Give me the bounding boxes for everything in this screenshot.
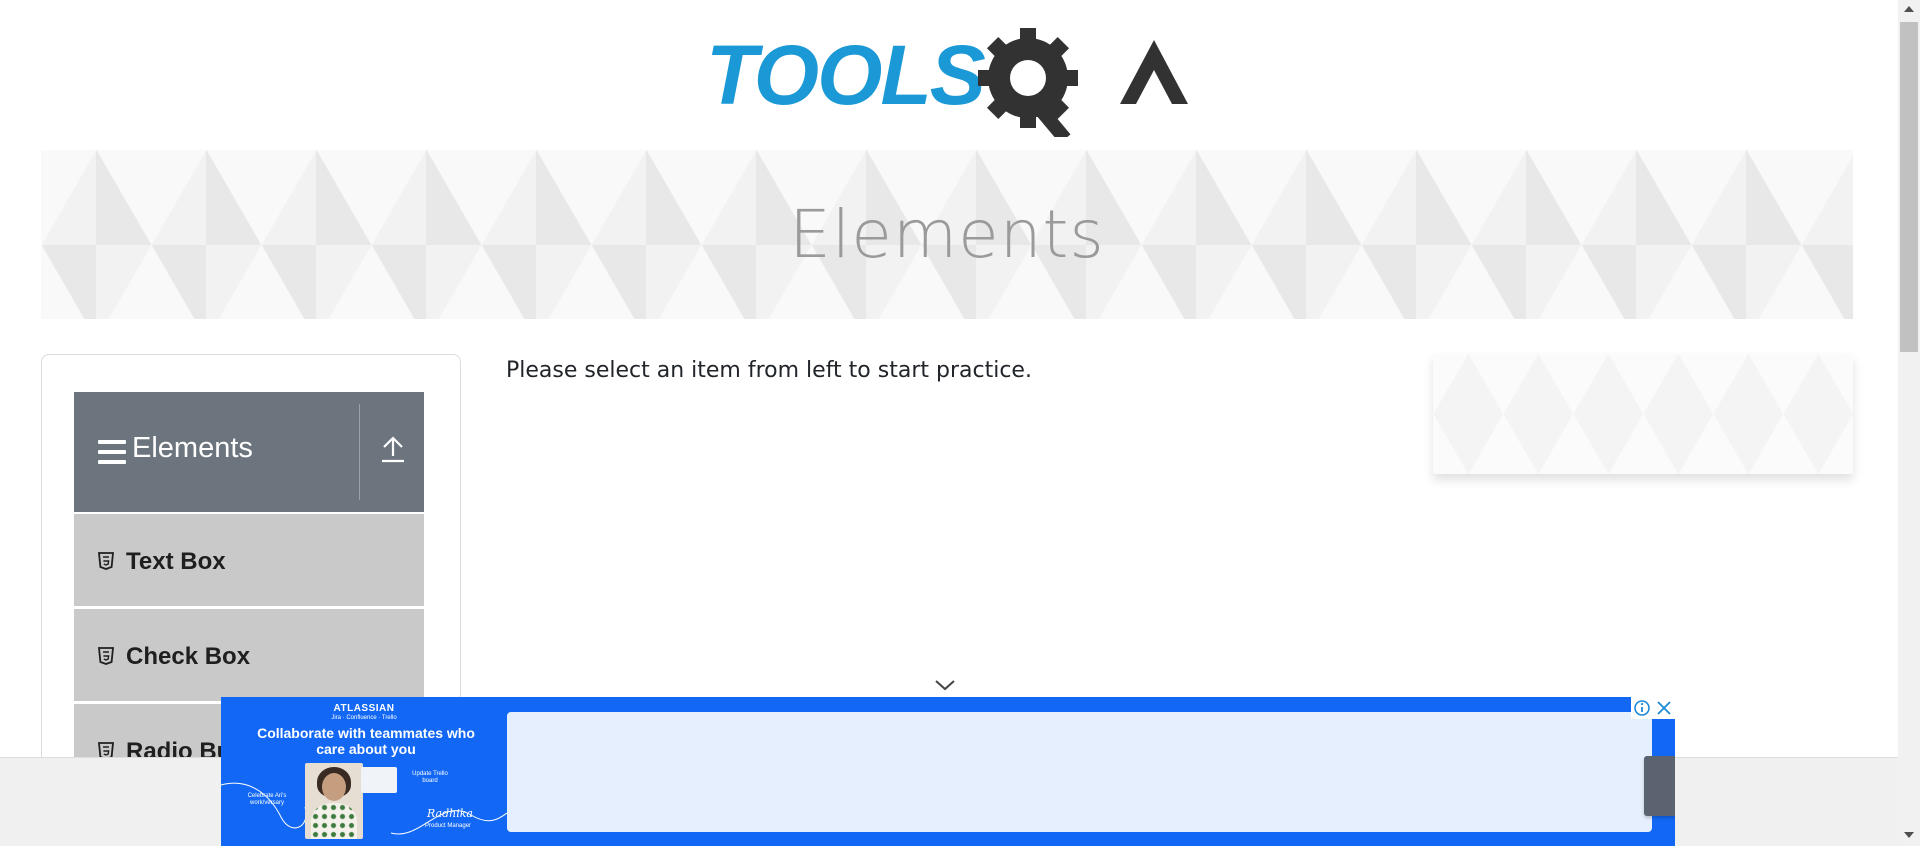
practice-instruction: Please select an item from left to start… [506,358,1032,383]
ad-info-icon[interactable] [1631,697,1653,719]
ad-creative[interactable]: ATLASSIAN Jira · Confluence · Trello Col… [221,697,507,846]
scrollbar-thumb[interactable] [1900,22,1918,352]
sidebar-item-text-box[interactable]: Text Box [74,512,424,606]
ad-tag-left: Celebrate Ari's work/versary [247,793,287,806]
side-ad-placeholder[interactable] [1433,354,1853,474]
svg-text:TOOLS: TOOLS [706,28,986,122]
scroll-down-arrow-icon[interactable] [1903,830,1915,840]
ad-close-icon[interactable] [1653,697,1675,719]
ad-cta-button[interactable] [1644,756,1675,816]
toolsqa-logo[interactable]: TOOLS [706,22,1192,137]
ad-content-area[interactable] [507,712,1675,832]
ad-thumbnail [361,767,397,793]
sidebar-group-title: Elements [132,432,253,464]
ad-person-photo [305,763,363,839]
bottom-ad-banner[interactable]: ATLASSIAN Jira · Confluence · Trello Col… [221,697,1675,846]
header-divider [359,404,360,500]
html5-icon [98,647,114,665]
sidebar-item-label: Text Box [126,548,226,575]
chevron-down-icon[interactable] [934,678,956,692]
ad-role: Product Manager [425,823,472,829]
scroll-up-arrow-icon[interactable] [1903,4,1915,14]
sidebar-group-elements[interactable]: Elements [74,392,424,512]
ad-signature: Radhika [427,807,473,820]
page-title: Elements [789,196,1105,273]
site-header: TOOLS [0,0,1898,150]
ad-brand: ATLASSIAN [333,703,395,714]
ad-tag-right: Update Trello board [412,771,448,784]
page-banner: Elements [41,150,1853,319]
hamburger-icon [98,440,126,464]
ad-headline: Collaborate with teammates who care abou… [257,725,475,757]
collapse-icon[interactable] [380,434,406,464]
sidebar-item-check-box[interactable]: Check Box [74,607,424,701]
sidebar-item-label: Check Box [126,643,251,670]
html5-icon [98,552,114,570]
ad-sub-brand: Jira · Confluence · Trello [331,715,397,721]
